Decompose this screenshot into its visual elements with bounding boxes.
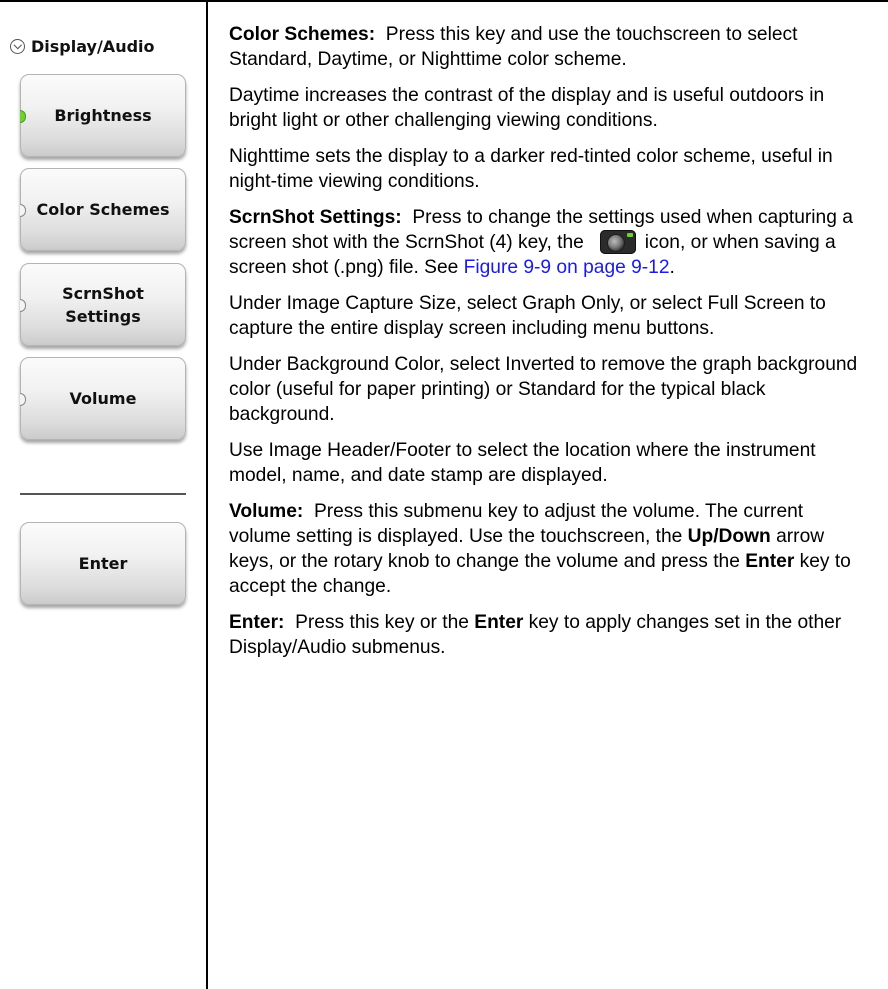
- indicator-led: [20, 392, 26, 406]
- term-volume: Volume:: [229, 501, 304, 522]
- enter-label: Enter: [78, 554, 128, 573]
- submenu-title-label: Display/Audio: [31, 36, 155, 56]
- column-divider: [206, 0, 208, 989]
- paragraph-nighttime: Nighttime sets the display to a darker r…: [229, 146, 833, 192]
- paragraph-scrnshot-settings: ScrnShot Settings: Press to change the s…: [229, 205, 869, 280]
- figure-link[interactable]: Figure 9-9 on page 9-12: [464, 257, 670, 278]
- description-text: Color Schemes: Press this key and use th…: [229, 22, 869, 671]
- paragraph-text: .: [669, 257, 675, 278]
- scrnshot-settings-button[interactable]: ScrnShot Settings: [20, 263, 186, 346]
- indicator-led: [20, 203, 26, 217]
- color-schemes-label: Color Schemes: [36, 200, 170, 219]
- volume-label: Volume: [69, 389, 137, 408]
- paragraph-header-footer: Use Image Header/Footer to select the lo…: [229, 440, 816, 486]
- brightness-label: Brightness: [54, 106, 152, 125]
- chevron-down-icon: [10, 38, 25, 54]
- camera-icon: [599, 230, 636, 254]
- active-indicator-led: [20, 109, 26, 123]
- paragraph-background-color: Under Background Color, select Inverted …: [229, 354, 858, 425]
- brightness-button[interactable]: Brightness: [20, 74, 186, 157]
- volume-button[interactable]: Volume: [20, 357, 186, 440]
- key-name: Up/Down: [687, 526, 771, 547]
- key-name: Enter: [474, 612, 524, 633]
- paragraph-color-schemes: Color Schemes: Press this key and use th…: [229, 22, 869, 72]
- paragraph-daytime: Daytime increases the contrast of the di…: [229, 85, 825, 131]
- color-schemes-button[interactable]: Color Schemes: [20, 168, 186, 251]
- paragraph-enter: Enter: Press this key or the Enter key t…: [229, 610, 869, 660]
- term-color-schemes: Color Schemes:: [229, 24, 376, 45]
- top-rule: [0, 0, 888, 2]
- key-name: Enter: [745, 551, 795, 572]
- paragraph-text: Press this key or the: [295, 612, 469, 633]
- scrnshot-settings-label: ScrnShot Settings: [62, 283, 144, 326]
- paragraph-image-capture-size: Under Image Capture Size, select Graph O…: [229, 293, 826, 339]
- term-enter: Enter:: [229, 612, 285, 633]
- term-scrnshot-settings: ScrnShot Settings:: [229, 207, 402, 228]
- paragraph-volume: Volume: Press this submenu key to adjust…: [229, 499, 869, 599]
- menu-separator: [20, 493, 186, 495]
- submenu-title[interactable]: Display/Audio: [10, 36, 155, 56]
- enter-button[interactable]: Enter: [20, 522, 186, 605]
- indicator-led: [20, 298, 26, 312]
